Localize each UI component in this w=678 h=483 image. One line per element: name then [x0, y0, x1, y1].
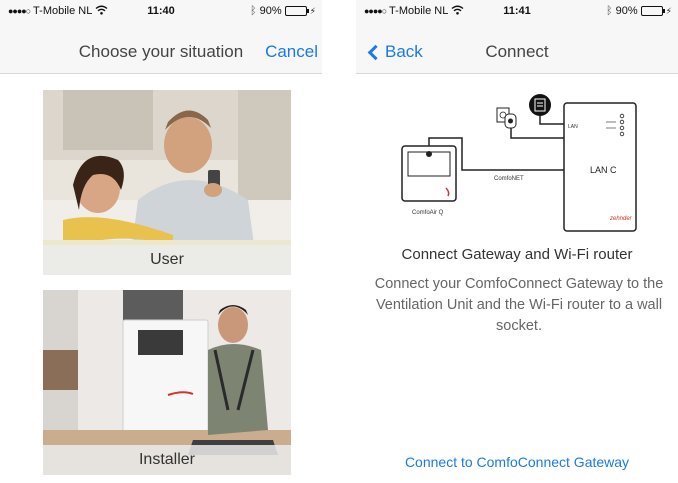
router-icon — [529, 94, 551, 116]
user-option-card[interactable]: User — [43, 90, 291, 275]
connection-diagram: ComfoAir Q ComfoNET LAN LAN C zehnder — [401, 94, 637, 232]
navigation-bar: Choose your situation Cancel — [0, 22, 322, 74]
battery-percent: 90% — [259, 5, 282, 17]
connect-instructions: Connect your ComfoConnect Gateway to the… — [374, 276, 664, 334]
battery-icon — [640, 6, 665, 16]
bus-label: ComfoNET — [494, 176, 524, 182]
battery-icon — [284, 6, 309, 16]
device-label: ComfoAir Q — [412, 210, 444, 216]
status-bar: ●●●●○ T-Mobile NL 11:40 ᛒ 90% ⚡ — [0, 0, 322, 22]
battery-percent: 90% — [615, 5, 638, 17]
bluetooth-icon: ᛒ — [606, 5, 613, 17]
status-bar: ●●●●○ T-Mobile NL 11:41 ᛒ 90% ⚡ — [356, 0, 678, 22]
choose-situation-screen: ●●●●○ T-Mobile NL 11:40 ᛒ 90% ⚡ Choose y… — [0, 0, 322, 483]
wall-socket-icon — [496, 107, 517, 129]
connect-gateway-link[interactable]: Connect to ComfoConnect Gateway — [356, 454, 678, 470]
brand-label: zehnder — [609, 216, 633, 222]
installer-option-card[interactable]: Installer — [43, 290, 291, 475]
gateway-label: LAN C — [590, 165, 617, 175]
bluetooth-icon: ᛒ — [250, 5, 257, 17]
lan-label: LAN — [568, 124, 578, 130]
connect-heading: Connect Gateway and Wi-Fi router — [401, 246, 633, 263]
installer-option-label: Installer — [43, 445, 291, 475]
user-option-label: User — [43, 245, 291, 275]
charging-icon: ⚡ — [309, 5, 316, 16]
navigation-bar: Back Connect — [356, 22, 678, 74]
charging-icon: ⚡ — [665, 5, 672, 16]
cancel-button[interactable]: Cancel — [265, 42, 318, 62]
page-title: Connect — [485, 42, 549, 61]
ventilation-unit-icon — [401, 145, 457, 202]
connect-screen: ●●●●○ T-Mobile NL 11:41 ᛒ 90% ⚡ Back Con… — [356, 0, 678, 483]
